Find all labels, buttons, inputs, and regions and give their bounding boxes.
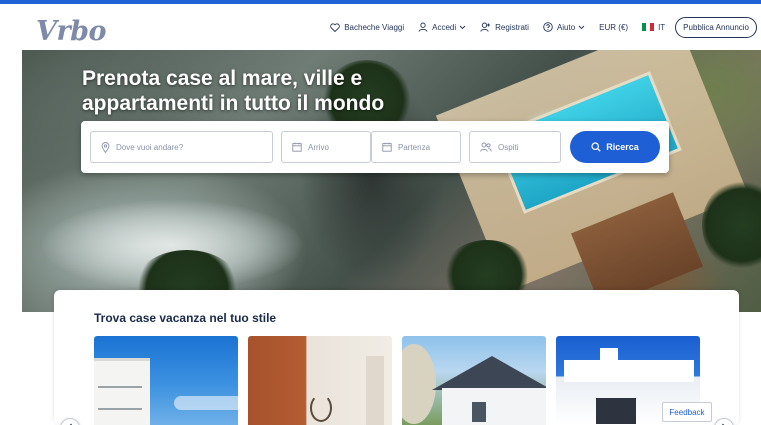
header-nav: Bacheche Viaggi Accedi Registrati Aiuto … xyxy=(316,14,757,40)
search-button-label: Ricerca xyxy=(606,142,639,152)
nav-currency[interactable]: EUR (€) xyxy=(599,23,628,32)
section-title: Trova case vacanza nel tuo stile xyxy=(94,311,277,325)
publish-listing-button[interactable]: Pubblica Annuncio xyxy=(675,16,757,38)
nav-register-label: Registrati xyxy=(495,22,529,32)
nav-language-label: IT xyxy=(658,22,666,32)
nav-currency-label: EUR (€) xyxy=(599,22,629,32)
style-card[interactable] xyxy=(402,336,546,425)
card-image-detail xyxy=(98,408,142,410)
help-circle-icon xyxy=(543,22,553,32)
heart-icon xyxy=(330,22,340,32)
chevron-down-icon xyxy=(459,25,466,29)
style-section: Trova case vacanza nel tuo stile xyxy=(54,290,739,425)
nav-travel-boards[interactable]: Bacheche Viaggi xyxy=(330,23,404,32)
vrbo-logo[interactable]: Vrbo xyxy=(36,16,107,47)
site-header: Vrbo Bacheche Viaggi Accedi Registrati A… xyxy=(0,4,761,50)
card-image-cloud xyxy=(174,396,238,410)
search-bar: Dove vuoi andare? Arrivo Partenza Ospiti… xyxy=(81,121,669,173)
nav-travel-boards-label: Bacheche Viaggi xyxy=(344,22,405,32)
destination-placeholder: Dove vuoi andare? xyxy=(116,142,184,152)
card-image-detail xyxy=(366,356,384,425)
checkin-input[interactable]: Arrivo xyxy=(281,131,371,163)
italy-flag-icon xyxy=(642,23,655,31)
hero-title: Prenota case al mare, ville e appartamen… xyxy=(82,67,385,115)
nav-login-label: Accedi xyxy=(432,22,457,32)
nav-register[interactable]: Registrati xyxy=(480,22,529,32)
user-icon xyxy=(418,22,428,32)
card-image-window xyxy=(472,402,486,422)
card-image-house xyxy=(442,388,546,425)
search-button[interactable]: Ricerca xyxy=(570,131,660,163)
user-plus-icon xyxy=(480,22,491,32)
calendar-icon xyxy=(292,142,302,152)
feedback-button[interactable]: Feedback xyxy=(662,402,712,422)
style-card[interactable] xyxy=(94,336,238,425)
location-pin-icon xyxy=(101,141,110,153)
search-icon xyxy=(591,142,601,152)
guests-input[interactable]: Ospiti xyxy=(469,131,561,163)
card-image-house xyxy=(564,360,694,382)
carousel-prev-button[interactable] xyxy=(60,418,80,425)
nav-language[interactable]: IT xyxy=(642,23,665,32)
carousel-next-button[interactable] xyxy=(714,418,734,425)
checkin-placeholder: Arrivo xyxy=(308,142,329,152)
nav-help-label: Aiuto xyxy=(556,22,576,32)
checkout-placeholder: Partenza xyxy=(398,142,431,152)
nav-help[interactable]: Aiuto xyxy=(543,22,585,32)
card-image-tree xyxy=(402,344,436,424)
guests-icon xyxy=(480,142,492,152)
card-image-detail xyxy=(596,398,636,424)
card-image-detail xyxy=(98,386,142,388)
calendar-icon xyxy=(382,142,392,152)
chevron-down-icon xyxy=(578,25,585,29)
card-image-house xyxy=(94,358,150,425)
destination-input[interactable]: Dove vuoi andare? xyxy=(90,131,273,163)
card-image-roof xyxy=(432,356,546,390)
checkout-input[interactable]: Partenza xyxy=(371,131,461,163)
chevron-right-icon xyxy=(722,423,725,425)
nav-login[interactable]: Accedi xyxy=(418,22,466,32)
chevron-left-icon xyxy=(69,423,72,425)
guests-placeholder: Ospiti xyxy=(498,142,519,152)
style-card[interactable] xyxy=(248,336,392,425)
card-image-hammock xyxy=(310,394,332,422)
